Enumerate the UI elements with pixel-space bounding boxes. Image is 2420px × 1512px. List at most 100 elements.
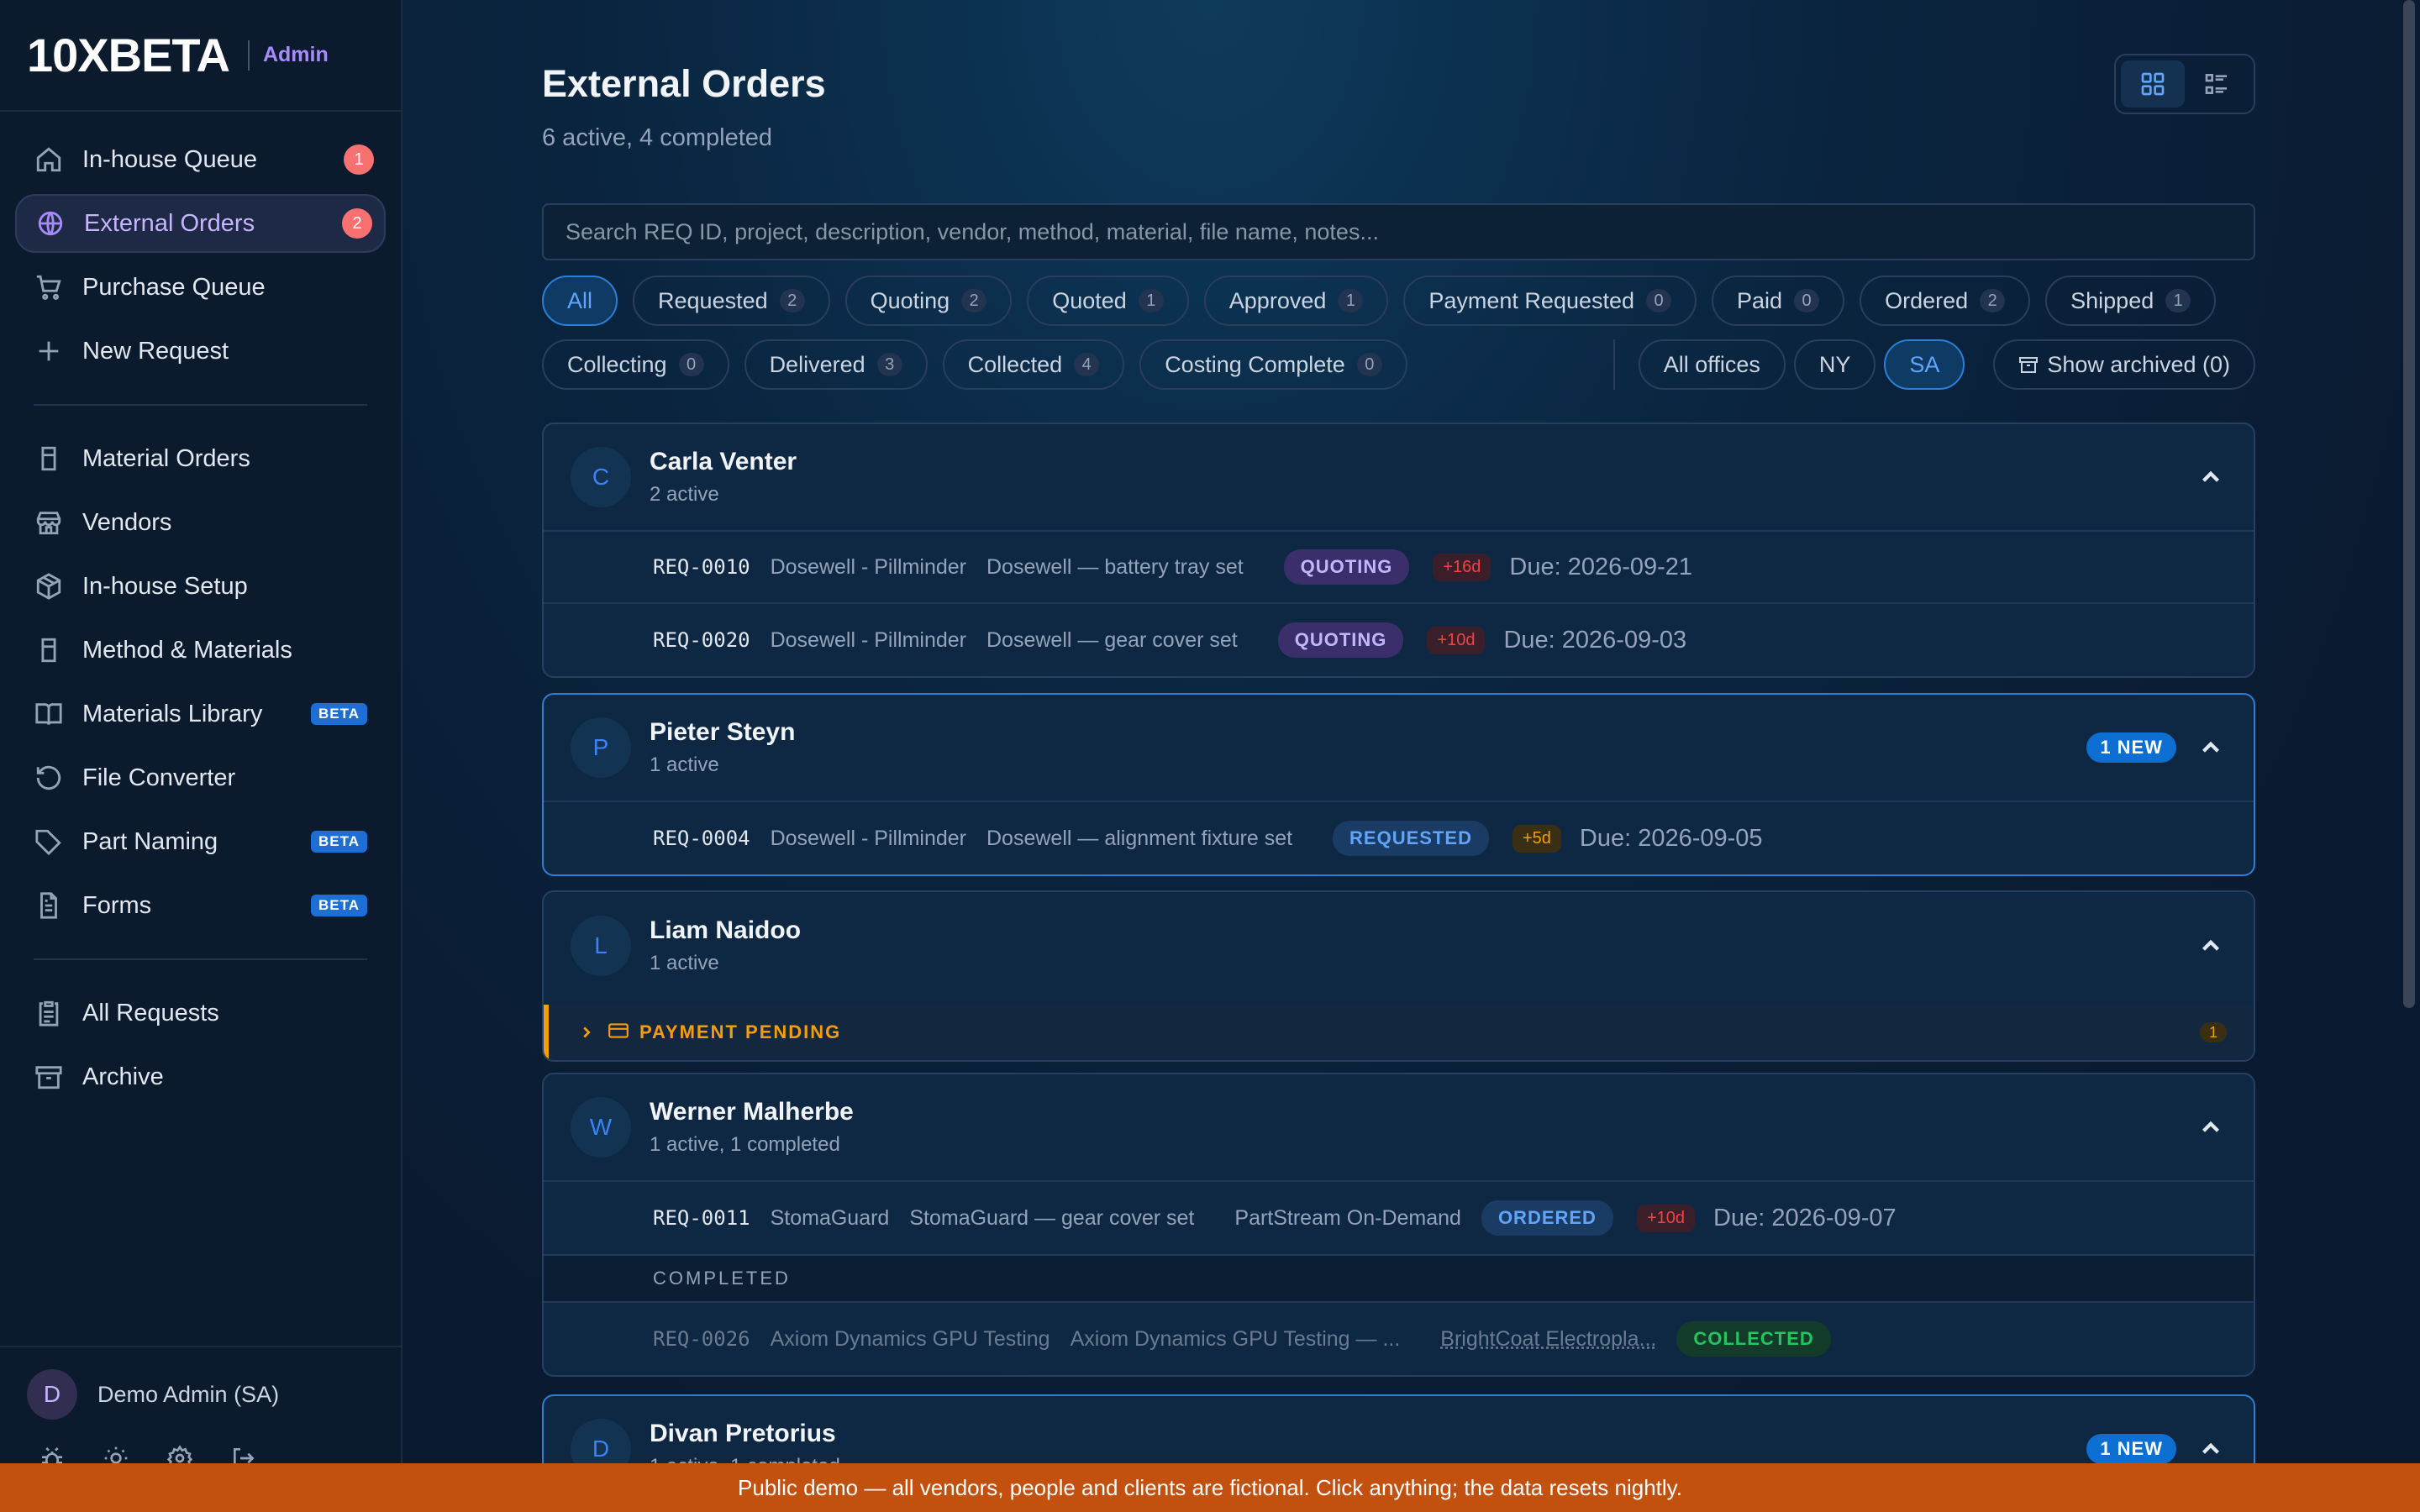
clipboard-icon: [34, 998, 64, 1028]
due-date: Due: 2026-09-07: [1713, 1204, 1897, 1231]
project-name: Dosewell - Pillminder: [770, 554, 966, 579]
sidebar-item-label: Forms: [82, 891, 152, 919]
order-row[interactable]: REQ-0011 StomaGuard StomaGuard — gear co…: [544, 1182, 2254, 1254]
sidebar-item-label: In-house Queue: [82, 145, 257, 173]
show-archived-label: Show archived (0): [2047, 351, 2230, 377]
chevron-up-icon[interactable]: [2196, 1113, 2225, 1142]
sidebar-item-part-naming[interactable]: Part Naming BETA: [15, 812, 386, 871]
sidebar-item-method-materials[interactable]: Method & Materials: [15, 621, 386, 680]
filter-quoted[interactable]: Quoted 1: [1027, 276, 1189, 326]
office-all[interactable]: All offices: [1638, 339, 1786, 390]
chevron-up-icon[interactable]: [2196, 932, 2225, 960]
filter-collected[interactable]: Collected 4: [942, 339, 1125, 390]
req-id: REQ-0004: [653, 827, 750, 850]
status-badge: QUOTING: [1283, 549, 1410, 585]
sidebar-item-label: New Request: [82, 337, 229, 365]
avatar: L: [571, 916, 631, 976]
filter-label: Collecting: [567, 351, 667, 377]
sidebar-item-external-orders[interactable]: External Orders 2: [15, 194, 386, 253]
filter-payment-requested[interactable]: Payment Requested 0: [1403, 276, 1697, 326]
sidebar-item-file-converter[interactable]: File Converter: [15, 748, 386, 807]
beta-badge: BETA: [310, 831, 367, 853]
filter-paid[interactable]: Paid 0: [1712, 276, 1845, 326]
filter-label: Quoted: [1052, 287, 1127, 313]
filter-count: 0: [678, 353, 704, 376]
user-profile[interactable]: D Demo Admin (SA): [27, 1369, 374, 1420]
sidebar-item-inhouse-queue[interactable]: In-house Queue 1: [15, 130, 386, 189]
filter-costing-complete[interactable]: Costing Complete 0: [1139, 339, 1407, 390]
group-header[interactable]: W Werner Malherbe 1 active, 1 completed: [544, 1074, 2254, 1182]
completed-section-header: COMPLETED: [544, 1254, 2254, 1303]
payment-pending-section[interactable]: PAYMENT PENDING 1: [544, 1005, 2254, 1060]
sidebar-item-purchase-queue[interactable]: Purchase Queue: [15, 258, 386, 317]
filter-count: 0: [1794, 289, 1820, 312]
sidebar-item-label: Vendors: [82, 508, 172, 536]
grid-view-button[interactable]: [2121, 60, 2185, 108]
sidebar-item-vendors[interactable]: Vendors: [15, 493, 386, 552]
filter-count: 2: [961, 289, 987, 312]
demo-banner: Public demo — all vendors, people and cl…: [0, 1463, 2420, 1512]
filter-label: Costing Complete: [1165, 351, 1345, 377]
requester-name: Divan Pretorius: [650, 1420, 836, 1447]
filter-delivered[interactable]: Delivered 3: [744, 339, 928, 390]
grid-icon: [2141, 72, 2165, 96]
order-row[interactable]: REQ-0026 Axiom Dynamics GPU Testing Axio…: [544, 1303, 2254, 1375]
group-header[interactable]: P Pieter Steyn 1 active 1 NEW: [544, 695, 2254, 802]
page-title: External Orders: [542, 62, 826, 105]
beta-badge: BETA: [310, 895, 367, 916]
filter-count: 1: [1338, 289, 1364, 312]
sidebar-item-material-orders[interactable]: Material Orders: [15, 429, 386, 488]
order-row[interactable]: REQ-0010 Dosewell - Pillminder Dosewell …: [544, 532, 2254, 604]
requester-meta: 1 active, 1 completed: [650, 1133, 840, 1156]
chevron-up-icon[interactable]: [2196, 463, 2225, 491]
sidebar-item-inhouse-setup[interactable]: In-house Setup: [15, 557, 386, 616]
status-badge: QUOTING: [1277, 622, 1404, 658]
book-icon: [34, 699, 64, 729]
chevron-up-icon[interactable]: [2196, 733, 2225, 762]
archive-icon: [2019, 357, 2039, 373]
filter-collecting[interactable]: Collecting 0: [542, 339, 729, 390]
vendor-link[interactable]: BrightCoat Electropla...: [1440, 1327, 1656, 1352]
order-row[interactable]: REQ-0004 Dosewell - Pillminder Dosewell …: [544, 802, 2254, 874]
req-id: REQ-0011: [653, 1206, 750, 1230]
new-badge: 1 NEW: [2086, 1434, 2176, 1464]
filter-requested[interactable]: Requested 2: [633, 276, 830, 326]
filter-approved[interactable]: Approved 1: [1203, 276, 1389, 326]
filter-label: Delivered: [769, 351, 865, 377]
sidebar-item-label: Material Orders: [82, 444, 250, 472]
office-ny[interactable]: NY: [1793, 339, 1876, 390]
filter-count: 4: [1074, 353, 1100, 376]
group-header[interactable]: C Carla Venter 2 active: [544, 424, 2254, 532]
filter-shipped[interactable]: Shipped 1: [2045, 276, 2217, 326]
search-input[interactable]: [542, 203, 2255, 260]
filter-all[interactable]: All: [542, 276, 618, 326]
filter-ordered[interactable]: Ordered 2: [1860, 276, 2031, 326]
filter-quoting[interactable]: Quoting 2: [844, 276, 1013, 326]
sidebar-item-forms[interactable]: Forms BETA: [15, 876, 386, 935]
avatar: D: [27, 1369, 77, 1420]
requester-name: Carla Venter: [650, 448, 797, 475]
sidebar-item-label: Materials Library: [82, 700, 263, 727]
chevron-right-icon: [577, 1023, 596, 1042]
avatar: W: [571, 1097, 631, 1158]
group-header[interactable]: L Liam Naidoo 1 active: [544, 892, 2254, 1000]
beaker-icon: [34, 635, 64, 665]
sidebar-item-materials-library[interactable]: Materials Library BETA: [15, 685, 386, 743]
sidebar-item-label: All Requests: [82, 999, 219, 1026]
sidebar-item-new-request[interactable]: New Request: [15, 322, 386, 381]
filter-count: 1: [2165, 289, 2191, 312]
office-filter: All offices NY SA Show archived (0): [1612, 339, 2255, 390]
list-view-button[interactable]: [2185, 60, 2249, 108]
brand-divider: [247, 39, 250, 71]
chevron-up-icon[interactable]: [2196, 1435, 2225, 1463]
sidebar-item-all-requests[interactable]: All Requests: [15, 984, 386, 1042]
office-sa[interactable]: SA: [1884, 339, 1965, 390]
project-name: Dosewell - Pillminder: [770, 627, 966, 652]
brand-logo[interactable]: 10XBETA: [27, 31, 230, 79]
show-archived-button[interactable]: Show archived (0): [1993, 339, 2255, 390]
scrollbar[interactable]: [2403, 0, 2415, 1008]
requester-meta: 1 active: [650, 952, 719, 974]
order-row[interactable]: REQ-0020 Dosewell - Pillminder Dosewell …: [544, 604, 2254, 676]
requester-name: Pieter Steyn: [650, 718, 796, 746]
sidebar-item-archive[interactable]: Archive: [15, 1047, 386, 1106]
